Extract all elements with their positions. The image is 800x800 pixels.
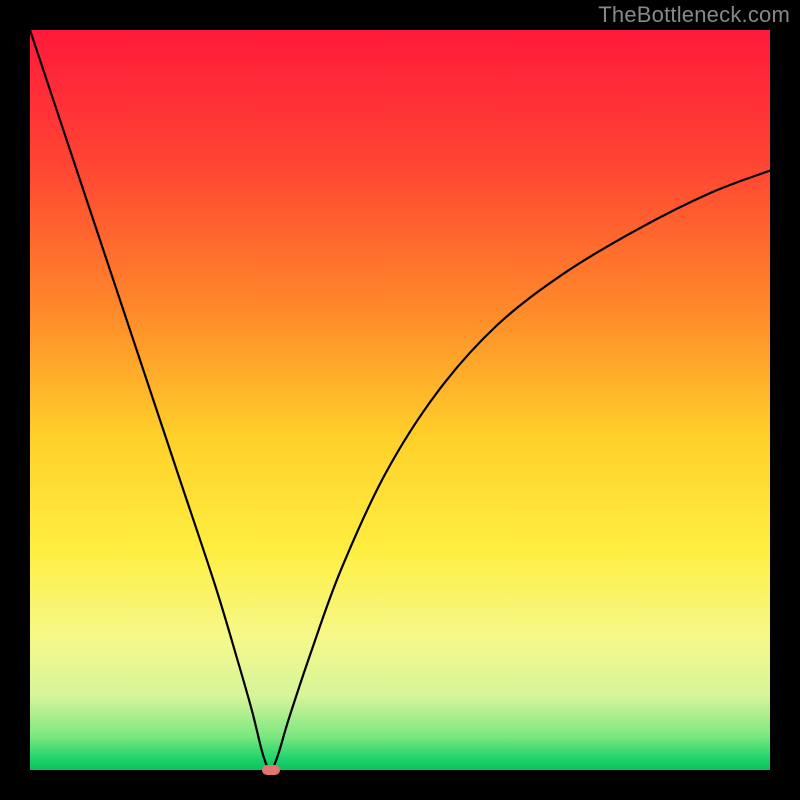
- chart-svg: [30, 30, 770, 770]
- optimal-point-marker: [262, 765, 280, 775]
- chart-frame: TheBottleneck.com: [0, 0, 800, 800]
- watermark-text: TheBottleneck.com: [598, 2, 790, 28]
- gradient-background: [30, 30, 770, 770]
